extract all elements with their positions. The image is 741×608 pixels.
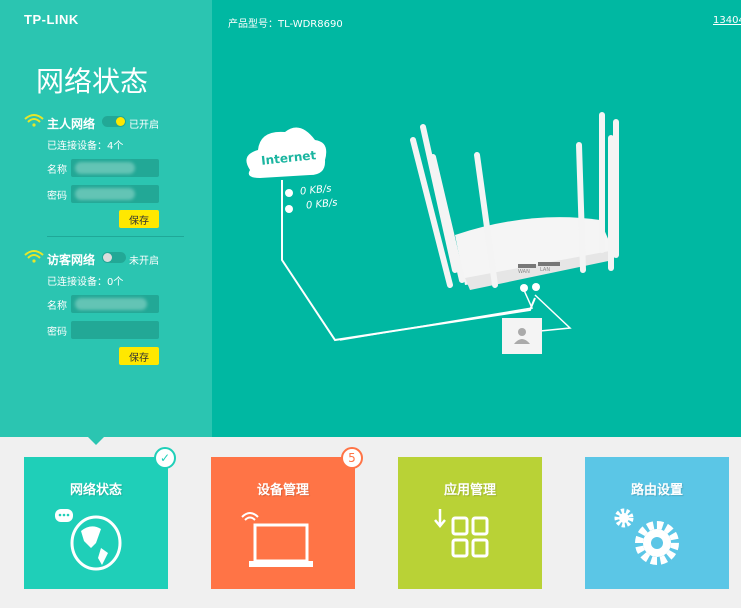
check-icon: ✓ [154,447,176,469]
brand-logo: TP-LINK [24,12,79,27]
globe-chat-icon [55,509,122,571]
sidebar: TP-LINK 网络状态 主人网络 已开启 已连接设备：4个 名称 密码 保存 … [0,0,212,437]
tile-app-management[interactable]: 应用管理 [398,457,542,589]
wan-port-label: WAN [518,269,530,275]
guest-name-label: 名称 [47,301,67,312]
host-network-name: 主人网络 [47,117,96,131]
guest-save-button[interactable]: 保存 [119,347,159,365]
host-network-state: 已开启 [129,120,159,131]
guest-password-input[interactable] [71,321,159,339]
host-password-input[interactable] [71,185,159,203]
router-image [410,112,619,292]
tile-label: 路由设置 [630,483,683,498]
tile-label: 网络状态 [69,483,122,498]
tile-label: 设备管理 [256,483,309,498]
guest-network-toggle[interactable] [102,252,126,263]
wifi-icon [24,250,44,263]
active-pointer [88,437,104,445]
model-label: 产品型号：TL-WDR8690 [228,19,343,30]
tile-network-status[interactable]: 网络状态 ✓ [24,447,176,589]
account-link[interactable]: 13404 [713,15,741,26]
download-icon [285,205,293,213]
tile-label: 应用管理 [443,483,496,498]
gears-icon [614,508,679,565]
guest-network-name: 访客网络 [47,253,96,267]
page-title: 网络状态 [36,65,149,98]
host-save-button[interactable]: 保存 [119,210,159,228]
host-connected-devices: 已连接设备：4个 [47,141,124,152]
divider [47,236,184,237]
guest-ssid-input[interactable] [71,295,159,313]
network-diagram [246,112,619,354]
wifi-icon [24,114,44,127]
tile-router-settings[interactable]: 路由设置 [585,457,729,589]
host-password-label: 密码 [47,191,67,202]
tile-device-management[interactable]: 设备管理 5 [211,447,363,589]
guest-network-state: 未开启 [129,256,159,267]
host-ssid-input[interactable] [71,159,159,177]
host-network-toggle[interactable] [102,116,126,127]
upload-icon [285,189,293,197]
host-name-label: 名称 [47,165,67,176]
device-count-badge: 5 [341,447,363,469]
apps-grid-icon [434,509,489,558]
guest-connected-devices: 已连接设备：0个 [47,277,124,288]
lan-port-label: LAN [540,267,551,273]
laptop-wifi-icon [241,512,313,567]
guest-password-label: 密码 [47,327,67,338]
